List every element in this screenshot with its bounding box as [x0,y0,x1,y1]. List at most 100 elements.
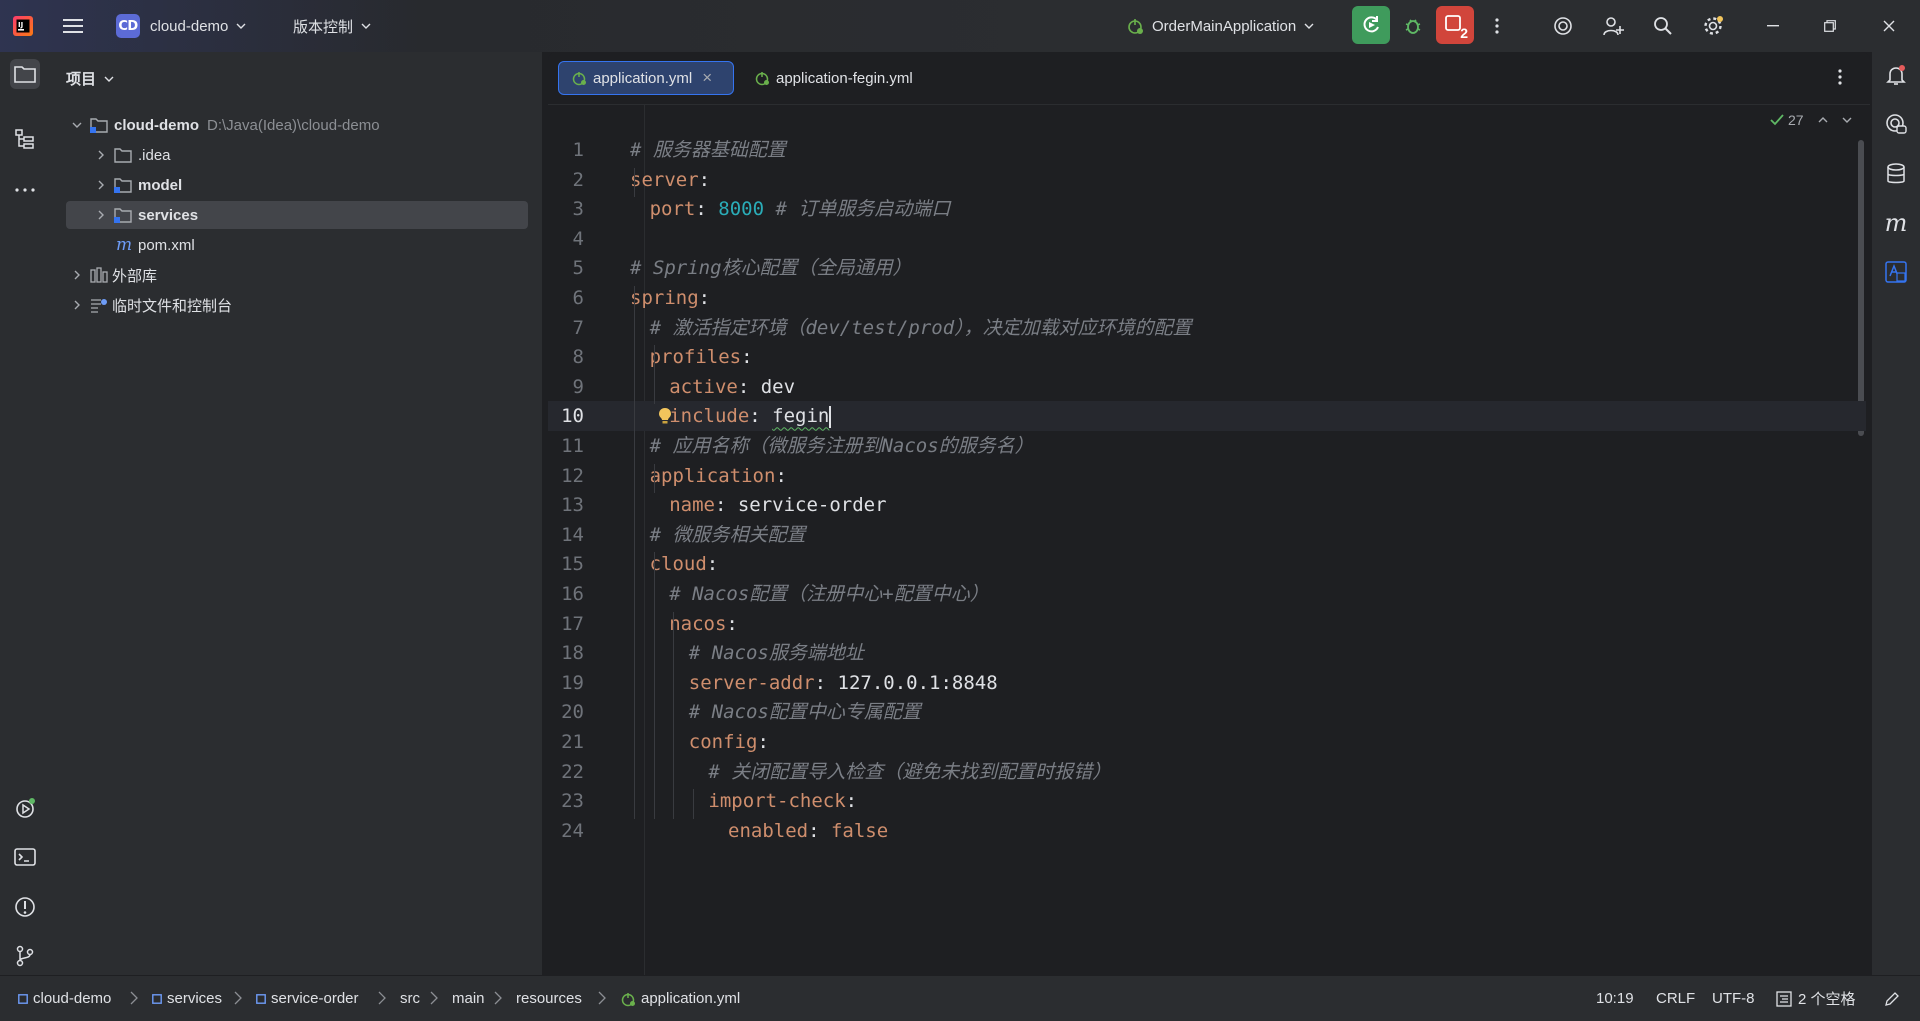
tab-application-fegin-yml[interactable]: application-fegin.yml [744,61,944,95]
main-menu-icon[interactable] [58,11,88,41]
vcs-menu[interactable]: 版本控制 [293,0,371,52]
tree-item-pom-xml[interactable]: m pom.xml [66,231,528,259]
file-encoding[interactable]: UTF-8 [1712,976,1755,1021]
line-number[interactable]: 13 [548,490,584,520]
line-number[interactable]: 4 [548,224,584,254]
chevron-down-icon[interactable] [70,118,84,132]
code-line[interactable]: 24 enabled: false [548,816,1866,846]
breadcrumb-item[interactable]: src [400,976,420,1021]
breadcrumb-item[interactable]: main [452,976,485,1021]
line-number[interactable]: 11 [548,431,584,461]
settings-button[interactable] [1698,11,1728,41]
tree-item-idea[interactable]: .idea [66,141,528,169]
line-number[interactable]: 1 [548,135,584,165]
line-number[interactable]: 22 [548,757,584,787]
line-number[interactable]: 15 [548,549,584,579]
line-number[interactable]: 20 [548,697,584,727]
code-line[interactable]: 4 [548,224,1866,254]
line-number[interactable]: 5 [548,253,584,283]
tree-item-model[interactable]: model [66,171,528,199]
code-line[interactable]: 13 name: service-order [548,490,1866,520]
tree-item-external-libraries[interactable]: 外部库 [66,261,528,289]
structure-tool-button[interactable] [10,124,40,154]
chevron-up-icon[interactable] [1818,117,1828,123]
code-line[interactable]: 2 server: [548,165,1866,195]
project-switcher[interactable]: CD cloud-demo [116,0,246,52]
run-configuration-selector[interactable]: OrderMainApplication [1126,0,1314,52]
problems-tool-button[interactable] [10,892,40,922]
debug-button[interactable] [1398,11,1428,41]
search-everywhere-button[interactable] [1648,11,1678,41]
code-line[interactable]: 12 application: [548,461,1866,491]
stop-button[interactable]: 2 [1436,6,1474,44]
code-line[interactable]: 18 # Nacos服务端地址 [548,638,1866,668]
code-line[interactable]: 5 # Spring核心配置（全局通用） [548,253,1866,283]
more-tool-windows-button[interactable] [10,175,40,205]
line-number[interactable]: 3 [548,194,584,224]
line-number[interactable]: 10 [548,401,584,431]
database-tool-button[interactable] [1881,159,1911,189]
line-number[interactable]: 12 [548,461,584,491]
line-number[interactable]: 21 [548,727,584,757]
breadcrumb-item[interactable]: cloud-demo [18,976,111,1021]
project-tool-button[interactable] [10,59,40,89]
line-number[interactable]: 19 [548,668,584,698]
caret-position[interactable]: 10:19 [1596,976,1634,1021]
project-view-selector[interactable]: 项目 [66,68,114,89]
read-only-toggle[interactable] [1884,976,1900,1021]
close-window-button[interactable] [1874,11,1904,41]
maven-tool-button[interactable]: m [1881,208,1911,238]
code-line[interactable]: 9 active: dev [548,372,1866,402]
chevron-down-icon[interactable] [1842,117,1852,123]
code-line[interactable]: 6 spring: [548,283,1866,313]
code-line[interactable]: 10 include: fegin [548,401,1866,432]
breadcrumb-item[interactable]: application.yml [620,976,740,1021]
line-number[interactable]: 23 [548,786,584,816]
restore-button[interactable] [1815,11,1845,41]
code-line[interactable]: 11 # 应用名称（微服务注册到Nacos的服务名） [548,431,1866,461]
tab-close-button[interactable]: × [702,68,712,88]
code-line[interactable]: 8 profiles: [548,342,1866,372]
tab-application-yml[interactable]: application.yml × [558,61,734,95]
line-number[interactable]: 18 [548,638,584,668]
indent-setting[interactable]: 2 个空格 [1776,976,1856,1021]
line-number[interactable]: 8 [548,342,584,372]
line-number[interactable]: 6 [548,283,584,313]
line-number[interactable]: 24 [548,816,584,846]
breadcrumb-item[interactable]: resources [516,976,582,1021]
ai-assistant-button[interactable] [1548,11,1578,41]
line-number[interactable]: 9 [548,372,584,402]
code-line[interactable]: 23 import-check: [548,786,1866,816]
services-tool-button[interactable] [10,793,40,823]
line-number[interactable]: 16 [548,579,584,609]
breadcrumb-item[interactable]: services [152,976,222,1021]
code-line[interactable]: 22 # 关闭配置导入检查（避免未找到配置时报错） [548,757,1866,787]
code-line[interactable]: 7 # 激活指定环境（dev/test/prod），决定加载对应环境的配置 [548,313,1866,343]
tree-item-scratches[interactable]: 临时文件和控制台 [66,291,528,319]
inspection-widget[interactable]: 27 [1770,112,1852,128]
line-number[interactable]: 7 [548,313,584,343]
tree-item-cloud-demo[interactable]: cloud-demo D:\Java(Idea)\cloud-demo [66,111,528,139]
code-line[interactable]: 1 # 服务器基础配置 [548,135,1866,165]
code-line[interactable]: 20 # Nacos配置中心专属配置 [548,697,1866,727]
notifications-tool-button[interactable] [1881,60,1911,90]
more-actions-button[interactable] [1482,11,1512,41]
chevron-right-icon[interactable] [94,208,108,222]
code-line[interactable]: 15 cloud: [548,549,1866,579]
code-line[interactable]: 16 # Nacos配置（注册中心+配置中心） [548,579,1866,609]
breadcrumb-item[interactable]: service-order [256,976,359,1021]
code-line[interactable]: 14 # 微服务相关配置 [548,520,1866,550]
line-number[interactable]: 2 [548,165,584,195]
intention-bulb-icon[interactable] [658,407,672,425]
line-number[interactable]: 14 [548,520,584,550]
chevron-right-icon[interactable] [94,148,108,162]
line-ending[interactable]: CRLF [1656,976,1695,1021]
editor-tabs-menu-button[interactable] [1838,69,1842,85]
terminal-tool-button[interactable] [10,842,40,872]
translation-tool-button[interactable] [1881,257,1911,287]
chevron-right-icon[interactable] [70,298,84,312]
code-line[interactable]: 19 server-addr: 127.0.0.1:8848 [548,668,1866,698]
minimize-button[interactable] [1758,11,1788,41]
line-number[interactable]: 17 [548,609,584,639]
code-line[interactable]: 3 port: 8000 # 订单服务启动端口 [548,194,1866,224]
